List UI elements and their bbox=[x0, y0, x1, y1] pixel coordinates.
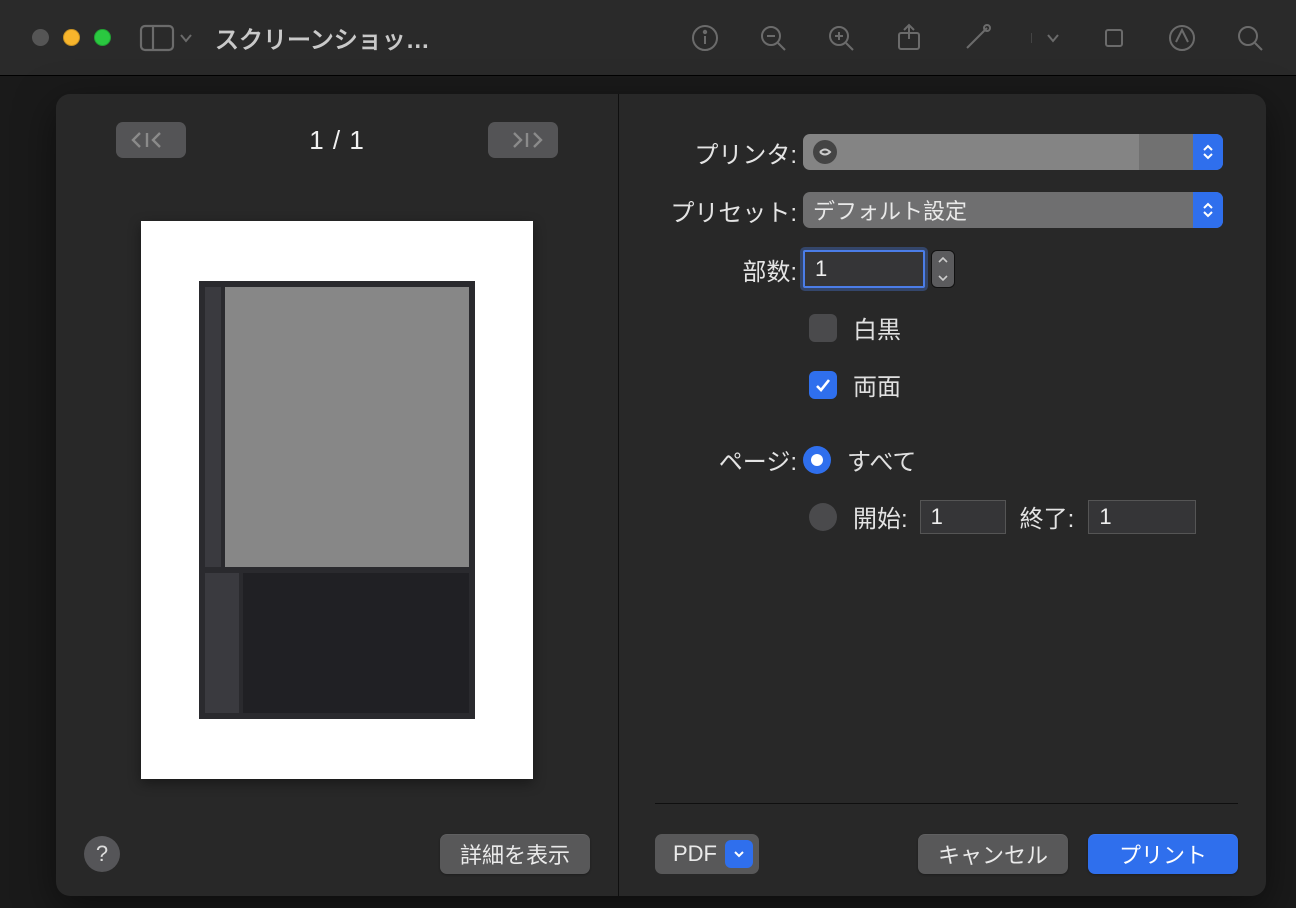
window-close-button[interactable] bbox=[32, 29, 49, 46]
print-button[interactable]: プリント bbox=[1088, 834, 1238, 874]
pages-from-label: 開始: bbox=[853, 499, 908, 534]
pages-label: ページ: bbox=[655, 442, 803, 477]
window-minimize-button[interactable] bbox=[63, 29, 80, 46]
duplex-label: 両面 bbox=[853, 367, 901, 402]
zoom-out-icon[interactable] bbox=[759, 24, 787, 52]
rotate-icon[interactable] bbox=[1100, 24, 1128, 52]
print-dialog: 1 / 1 ? 詳細を表示 bbox=[56, 94, 1266, 896]
print-options-panel: プリンタ: プリセット: デフォルト設定 部数: bbox=[619, 94, 1266, 896]
page-counter: 1 / 1 bbox=[309, 125, 365, 156]
markup-circle-icon[interactable] bbox=[1168, 24, 1196, 52]
pdf-button-label: PDF bbox=[673, 841, 717, 867]
print-preview-panel: 1 / 1 ? 詳細を表示 bbox=[56, 94, 619, 896]
blackwhite-checkbox[interactable] bbox=[809, 314, 837, 342]
printer-select[interactable] bbox=[803, 134, 1223, 170]
pages-all-radio[interactable] bbox=[803, 446, 831, 474]
parent-window-toolbar: スクリーンショッ… bbox=[0, 0, 1296, 76]
printer-label: プリンタ: bbox=[655, 135, 803, 170]
duplex-checkbox[interactable] bbox=[809, 371, 837, 399]
print-preview-page bbox=[141, 221, 533, 779]
copies-stepper[interactable] bbox=[931, 250, 955, 288]
next-page-button[interactable] bbox=[488, 122, 558, 158]
select-stepper-icon bbox=[1193, 134, 1223, 170]
markup-icon[interactable] bbox=[963, 24, 991, 52]
traffic-lights bbox=[32, 29, 111, 46]
zoom-in-icon[interactable] bbox=[827, 24, 855, 52]
sidebar-toggle-icon[interactable] bbox=[139, 24, 175, 52]
chevron-down-icon[interactable] bbox=[1031, 33, 1060, 43]
stepper-up-icon[interactable] bbox=[932, 251, 954, 269]
chevron-down-icon bbox=[725, 840, 753, 868]
pages-to-input[interactable] bbox=[1088, 500, 1196, 534]
pages-range-radio[interactable] bbox=[809, 503, 837, 531]
copies-label: 部数: bbox=[655, 252, 803, 287]
pdf-menu-button[interactable]: PDF bbox=[655, 834, 759, 874]
window-title: スクリーンショッ… bbox=[215, 20, 430, 55]
help-button[interactable]: ? bbox=[84, 836, 120, 872]
copies-input[interactable] bbox=[803, 250, 925, 288]
stepper-down-icon[interactable] bbox=[932, 269, 954, 287]
select-stepper-icon bbox=[1193, 192, 1223, 228]
preset-label: プリセット: bbox=[655, 193, 803, 228]
pages-from-input[interactable] bbox=[920, 500, 1006, 534]
printer-status-icon bbox=[813, 140, 837, 164]
window-zoom-button[interactable] bbox=[94, 29, 111, 46]
show-details-button[interactable]: 詳細を表示 bbox=[440, 834, 590, 874]
cancel-button[interactable]: キャンセル bbox=[918, 834, 1068, 874]
blackwhite-label: 白黒 bbox=[853, 310, 901, 345]
preset-select[interactable]: デフォルト設定 bbox=[803, 192, 1223, 228]
chevron-down-icon[interactable] bbox=[179, 33, 193, 43]
pages-to-label: 終了: bbox=[1020, 499, 1075, 534]
share-icon[interactable] bbox=[895, 23, 923, 53]
pages-all-label: すべて bbox=[847, 442, 916, 477]
info-icon[interactable] bbox=[691, 24, 719, 52]
search-icon[interactable] bbox=[1236, 24, 1264, 52]
preset-select-value: デフォルト設定 bbox=[813, 194, 1213, 226]
prev-page-button[interactable] bbox=[116, 122, 186, 158]
